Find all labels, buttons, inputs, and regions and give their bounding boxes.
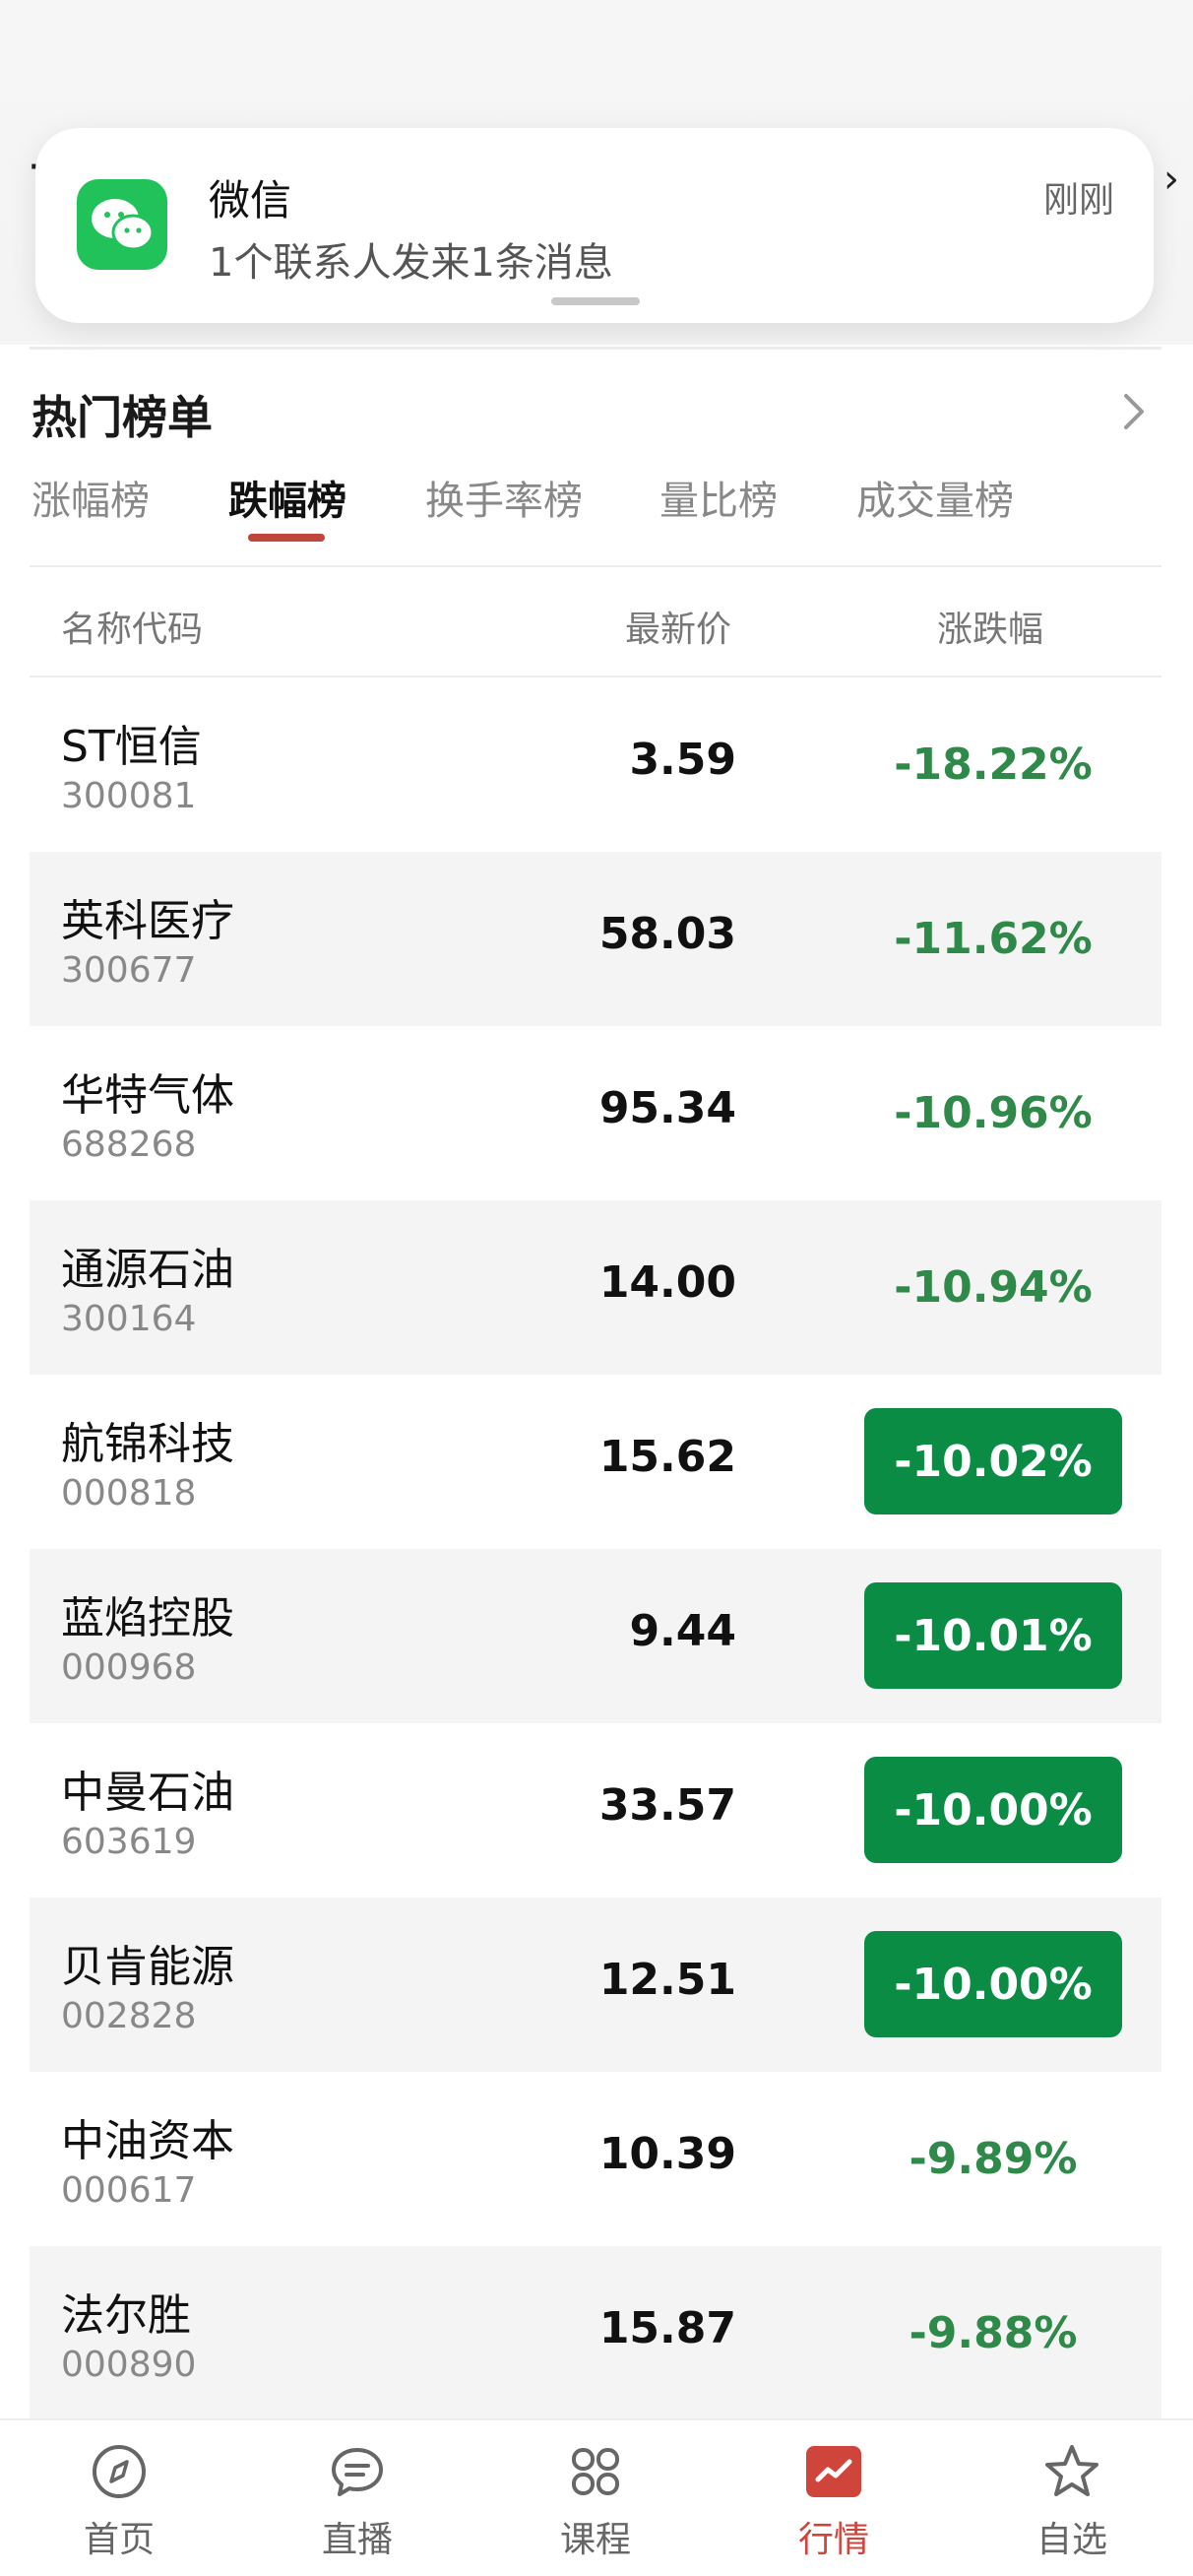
table-row[interactable]: 贝肯能源 002828 12.51 -10.00% [30,1898,1162,2072]
bottom-navigation: 首页 直播 课程 行情 自选 [0,2418,1193,2576]
stock-change: -11.62% [894,913,1093,964]
nav-courses[interactable]: 课程 [476,2420,715,2576]
stock-name: ST恒信 [61,722,202,772]
stock-name: 蓝焰控股 [61,1593,234,1643]
nav-label: 自选 [1036,2520,1107,2560]
tab-volume-ratio[interactable]: 量比榜 [659,469,778,526]
wechat-notification[interactable]: 微信 1个联系人发来1条消息 刚刚 [35,128,1154,323]
stock-price: 15.62 [598,1432,736,1482]
stock-name: 贝肯能源 [61,1942,234,1992]
header-name-code[interactable]: 名称代码 [61,601,203,652]
stock-code: 300164 [61,1299,197,1339]
nav-label: 行情 [797,2520,869,2560]
nav-label: 课程 [559,2520,631,2560]
stock-change-badge: -10.02% [864,1408,1122,1514]
divider [30,565,1162,567]
chevron-right-icon[interactable] [1114,386,1154,437]
ranking-tabs: 涨幅榜 跌幅榜 换手率榜 量比榜 成交量榜 [31,469,1163,547]
nav-label: 直播 [321,2520,393,2560]
chart-icon [804,2442,863,2501]
stock-code: 002828 [61,1996,197,2036]
stock-change: -10.94% [894,1261,1093,1313]
stock-name: 华特气体 [61,1070,234,1121]
stock-change: -18.22% [894,739,1093,790]
stock-change-badge: -10.01% [864,1582,1122,1689]
stock-name: 英科医疗 [61,896,234,946]
table-row[interactable]: 华特气体 688268 95.34 -10.96% [30,1026,1162,1200]
notification-time: 刚刚 [1042,180,1114,221]
table-row[interactable]: 通源石油 300164 14.00 -10.94% [30,1200,1162,1375]
section-title: 热门榜单 [31,391,213,444]
table-row[interactable]: 航锦科技 000818 15.62 -10.02% [30,1375,1162,1549]
stock-name: 中油资本 [61,2116,234,2166]
tab-turnover[interactable]: 换手率榜 [425,469,583,526]
nav-label: 首页 [83,2520,155,2560]
stock-change-badge: -10.00% [864,1931,1122,2037]
nav-home[interactable]: 首页 [0,2420,238,2576]
tab-gainers[interactable]: 涨幅榜 [31,469,150,526]
compass-icon [90,2442,149,2501]
table-row[interactable]: 中曼石油 603619 33.57 -10.00% [30,1723,1162,1898]
active-tab-indicator [248,534,325,542]
stock-price: 12.51 [598,1955,736,2005]
stock-name: 通源石油 [61,1245,234,1295]
stock-code: 000968 [61,1647,197,1688]
notification-drag-handle[interactable] [551,297,640,305]
nav-live[interactable]: 直播 [238,2420,476,2576]
stock-price: 3.59 [629,735,736,785]
stock-price: 15.87 [598,2303,736,2353]
tab-volume[interactable]: 成交量榜 [856,469,1014,526]
header-change[interactable]: 涨跌幅 [937,601,1043,652]
stock-price: 95.34 [598,1083,736,1133]
stock-price: 9.44 [629,1606,736,1656]
grid-clover-icon [566,2442,625,2501]
stock-code: 000890 [61,2345,197,2385]
stock-list: ST恒信 300081 3.59 -18.22% 英科医疗 300677 58.… [30,677,1162,2420]
tab-losers[interactable]: 跌幅榜 [228,469,346,526]
stock-code: 000617 [61,2170,197,2211]
stock-price: 10.39 [598,2129,736,2179]
star-icon [1042,2442,1101,2501]
nav-market[interactable]: 行情 [715,2420,953,2576]
stock-code: 300677 [61,950,197,991]
partial-header-glyph-right: › [1163,157,1179,202]
table-row[interactable]: 中油资本 000617 10.39 -9.89% [30,2072,1162,2246]
stock-price: 58.03 [598,909,736,959]
table-row[interactable]: 法尔胜 000890 15.87 -9.88% [30,2246,1162,2420]
divider [30,347,1162,350]
stock-code: 688268 [61,1125,197,1165]
stock-code: 300081 [61,776,197,816]
stock-change-badge: -10.00% [864,1757,1122,1863]
stock-change: -10.96% [894,1087,1093,1138]
table-row[interactable]: 英科医疗 300677 58.03 -11.62% [30,852,1162,1026]
stock-code: 000818 [61,1473,197,1513]
table-row[interactable]: 蓝焰控股 000968 9.44 -10.01% [30,1549,1162,1723]
header-price[interactable]: 最新价 [625,601,731,652]
notification-message: 1个联系人发来1条消息 [209,240,613,286]
stock-change: -9.89% [909,2133,1078,2184]
notification-app-name: 微信 [209,176,292,225]
table-row[interactable]: ST恒信 300081 3.59 -18.22% [30,677,1162,852]
stock-name: 法尔胜 [61,2290,191,2341]
stock-change: -9.88% [909,2307,1078,2358]
wechat-icon [77,179,167,270]
stock-name: 中曼石油 [61,1768,234,1818]
stock-code: 603619 [61,1822,197,1862]
stock-price: 33.57 [598,1780,736,1831]
table-header: 名称代码 最新价 涨跌幅 [30,571,1162,676]
chat-bubble-icon [328,2442,387,2501]
stock-price: 14.00 [598,1257,736,1308]
stock-name: 航锦科技 [61,1419,234,1469]
nav-watchlist[interactable]: 自选 [953,2420,1191,2576]
